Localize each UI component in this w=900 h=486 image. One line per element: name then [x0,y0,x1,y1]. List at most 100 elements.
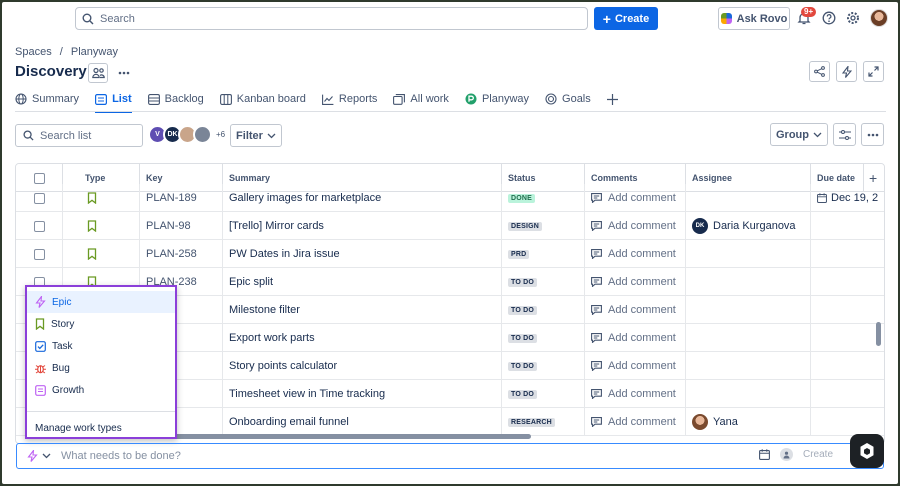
due-date-cell[interactable] [811,408,884,436]
summary-cell[interactable]: Milestone filter [223,296,502,324]
work-item-key[interactable]: PLAN-258 [146,248,197,260]
summary-cell[interactable]: PW Dates in Jira issue [223,240,502,268]
assignee-cell[interactable] [686,352,811,380]
create-button[interactable]: + Create [594,7,658,30]
comments-cell[interactable]: Add comment [585,296,686,324]
search-list-input[interactable]: Search list [15,124,143,147]
breadcrumb-project[interactable]: Planyway [71,46,118,58]
work-item-summary[interactable]: [Trello] Mirror cards [229,220,324,232]
filter-button[interactable]: Filter [230,124,282,147]
add-comment-button[interactable]: Add comment [591,416,676,428]
summary-cell[interactable]: Timesheet view in Time tracking [223,380,502,408]
comments-cell[interactable]: Add comment [585,268,686,296]
global-search-input[interactable]: Search [75,7,588,30]
add-comment-button[interactable]: Add comment [591,276,676,288]
work-type-selector[interactable] [27,450,51,462]
work-item-summary[interactable]: PW Dates in Jira issue [229,248,340,260]
key-cell[interactable]: PLAN-258 [140,240,223,268]
table-row[interactable]: PLAN-189 Gallery images for marketplace … [16,184,884,212]
row-checkbox[interactable] [33,220,45,232]
key-cell[interactable]: PLAN-98 [140,212,223,240]
summary-cell[interactable]: [Trello] Mirror cards [223,212,502,240]
assignee-cell[interactable] [686,240,811,268]
add-comment-button[interactable]: Add comment [591,248,676,260]
table-row[interactable]: PLAN-98 [Trello] Mirror cards DESIGN Add… [16,212,884,240]
work-item-summary[interactable]: Timesheet view in Time tracking [229,388,385,400]
assignee[interactable]: Yana [692,414,738,430]
team-button[interactable] [88,63,108,83]
comments-cell[interactable]: Add comment [585,184,686,212]
assignee-cell[interactable]: Yana [686,408,811,436]
due-date-cell[interactable] [811,324,884,352]
work-item-summary[interactable]: Milestone filter [229,304,300,316]
manage-work-types-option[interactable]: Manage work types [27,417,175,439]
tab-backlog[interactable]: Backlog [147,88,204,110]
add-comment-button[interactable]: Add comment [591,332,676,344]
avatar-more-count[interactable]: +6 [216,130,225,139]
status-badge[interactable]: TO DO [508,361,538,371]
assignee[interactable]: DK Daria Kurganova [692,218,796,234]
status-cell[interactable]: TO DO [502,380,585,408]
assignee-cell[interactable] [686,380,811,408]
status-badge[interactable]: TO DO [508,389,538,399]
work-type-option-growth[interactable]: Growth [27,379,175,401]
key-cell[interactable]: PLAN-189 [140,184,223,212]
comments-cell[interactable]: Add comment [585,212,686,240]
due-date-cell[interactable] [811,212,884,240]
status-cell[interactable]: TO DO [502,296,585,324]
work-item-summary[interactable]: Epic split [229,276,273,288]
work-type-option-story[interactable]: Story [27,313,175,335]
due-date-cell[interactable]: Dec 19, 2 [811,184,884,212]
table-row[interactable]: PLAN-258 PW Dates in Jira issue PRD Add … [16,240,884,268]
status-cell[interactable]: TO DO [502,324,585,352]
assignee-cell[interactable] [686,324,811,352]
more-button[interactable] [861,123,884,146]
work-type-option-bug[interactable]: Bug [27,357,175,379]
add-comment-button[interactable]: Add comment [591,220,676,232]
calendar-icon[interactable] [759,449,770,460]
comments-cell[interactable]: Add comment [585,408,686,436]
work-item-summary[interactable]: Export work parts [229,332,315,344]
work-item-summary[interactable]: Gallery images for marketplace [229,192,381,204]
work-item-summary[interactable]: Story points calculator [229,360,337,372]
fullscreen-button[interactable] [863,61,884,82]
work-item-summary[interactable]: Onboarding email funnel [229,416,349,428]
tab-all-work[interactable]: All work [393,88,449,110]
tab-goals[interactable]: Goals [545,88,591,110]
add-comment-button[interactable]: Add comment [591,360,676,372]
add-comment-button[interactable]: Add comment [591,388,676,400]
tab-planyway[interactable]: Planyway [465,88,529,110]
row-checkbox[interactable] [33,192,45,204]
status-badge[interactable]: DONE [508,193,536,203]
ask-rovo-button[interactable]: Ask Rovo [718,7,790,30]
status-badge[interactable]: TO DO [508,305,538,315]
status-cell[interactable]: DONE [502,184,585,212]
view-settings-button[interactable] [833,123,856,146]
summary-cell[interactable]: Export work parts [223,324,502,352]
add-comment-button[interactable]: Add comment [591,192,676,204]
status-cell[interactable]: DESIGN [502,212,585,240]
assignee-cell[interactable] [686,184,811,212]
add-comment-button[interactable]: Add comment [591,304,676,316]
type-cell[interactable] [63,212,140,240]
add-tab-button[interactable] [606,88,618,110]
summary-cell[interactable]: Story points calculator [223,352,502,380]
automation-button[interactable] [836,61,857,82]
status-badge[interactable]: RESEARCH [508,417,555,427]
status-badge[interactable]: TO DO [508,333,538,343]
due-date-cell[interactable] [811,240,884,268]
assignee-cell[interactable] [686,268,811,296]
assignee-cell[interactable]: DK Daria Kurganova [686,212,811,240]
status-cell[interactable]: TO DO [502,268,585,296]
new-work-item-input[interactable]: What needs to be done? [61,450,181,462]
due-date-cell[interactable] [811,268,884,296]
type-cell[interactable] [63,184,140,212]
status-badge[interactable]: TO DO [508,277,538,287]
due-date-cell[interactable] [811,380,884,408]
status-cell[interactable]: PRD [502,240,585,268]
due-date-cell[interactable] [811,352,884,380]
breadcrumb-spaces[interactable]: Spaces [15,46,52,58]
status-badge[interactable]: PRD [508,249,530,259]
comments-cell[interactable]: Add comment [585,240,686,268]
assignee-picker-icon[interactable] [779,448,793,461]
